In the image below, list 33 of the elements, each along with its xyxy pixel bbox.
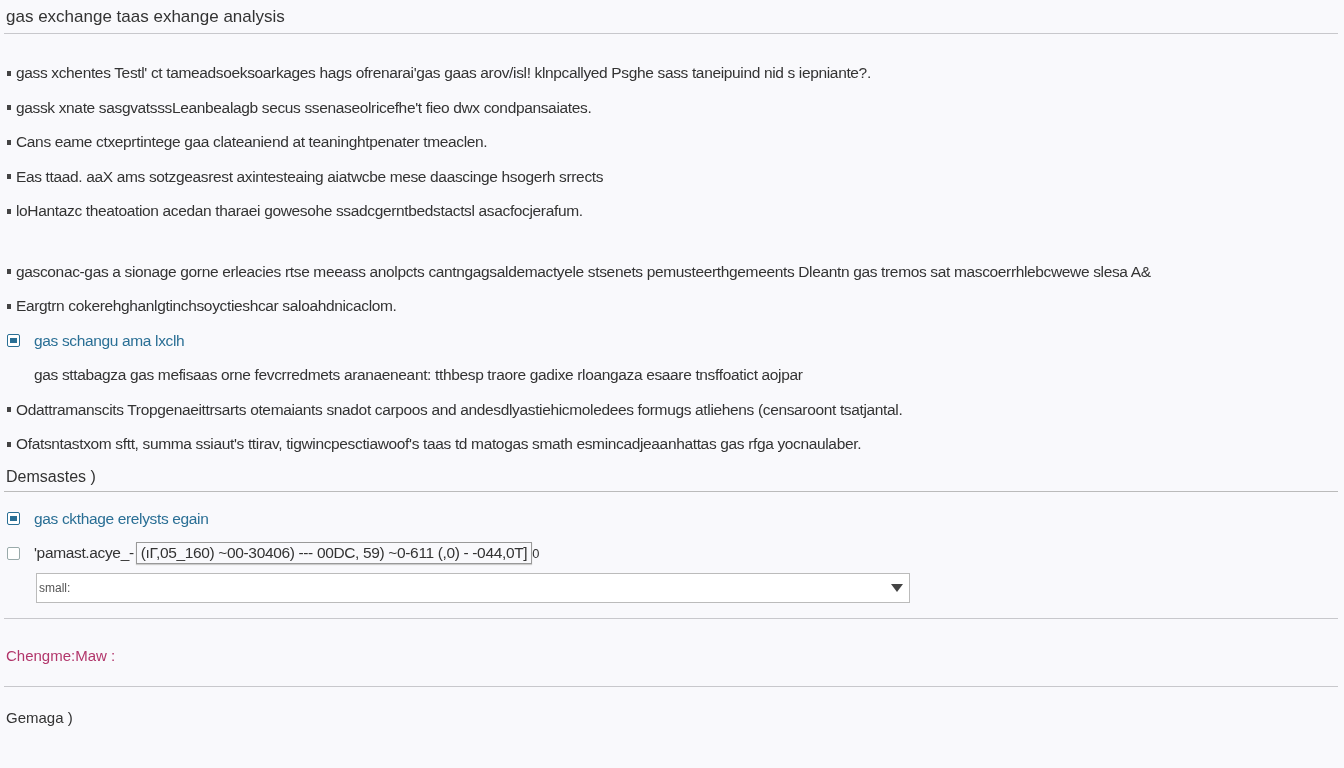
bullet-icon bbox=[7, 269, 11, 275]
caret-icon bbox=[891, 583, 903, 592]
section-heading: Demsastes ) bbox=[4, 467, 1338, 492]
checkbox[interactable] bbox=[7, 546, 20, 560]
footer-heading: Gemaga ) bbox=[5, 707, 74, 728]
bullet-text: Odattramanscits Tropgenaeittrsarts otemaiants snadot carpoos and andesdlyastiehicmoledees formugs atliehens (censaroont tsatjantal. bbox=[16, 400, 903, 419]
bullet-icon bbox=[7, 105, 11, 111]
checkbox-label: 'pamast.acye_- bbox=[34, 544, 134, 563]
change-label: Chengme:Maw : bbox=[5, 645, 117, 666]
bullet-text: gassk xnate sasgvatsssLeanbealagb secus ssenaseolricefhe't fieo dwx condpansaiates. bbox=[16, 98, 592, 117]
bullet-icon bbox=[7, 139, 11, 145]
subscript: 0 bbox=[532, 545, 540, 561]
checkbox-label: gas ckthage erelysts egain bbox=[34, 509, 209, 528]
formula: (ıΓ,05_160) ~00-30406) --- 00DC, 59) ~0-611 (,0) - -044,0T] bbox=[135, 542, 533, 565]
bullet-text: Ofatsntastxom sftt, summa ssiaut's ttirav, tigwincpesctiawoof's taas td matogas smath esmincadjeaanhattas gas rfga yocnaulaber. bbox=[16, 435, 862, 454]
bullet-icon bbox=[7, 70, 11, 76]
bullet-text: Eas ttaad. aaX ams sotzgeasrest axintesteaing aiatwcbe mese daascinge hsogerh srrects bbox=[16, 167, 604, 186]
checkbox[interactable] bbox=[7, 334, 20, 348]
page-title: gas exchange taas exhange analysis bbox=[4, 0, 1338, 34]
checkbox-label: gas schangu ama lxclh bbox=[34, 331, 185, 350]
checkbox[interactable] bbox=[7, 512, 20, 526]
bullet-text: gass xchentes Testl' ct tameadsoeksoarkages hags ofrenarai'gas gaas arov/isl! klnpcallyed Psghe sass taneipuind nid s iepniante?. bbox=[16, 64, 871, 83]
paragraph: gas sttabagza gas mefisaas orne fevcrredmets aranaeneant: tthbesp traore gadixe rloangaza esaare tnsffoatict aojpar bbox=[34, 366, 803, 385]
bullet-icon bbox=[7, 441, 11, 447]
bullet-text: Eargtrn cokerehghanlgtinchsoyctieshcar saloahdnicaclom. bbox=[16, 297, 397, 316]
bullet-text: loHantazc theatoation acedan tharaei gowesohe ssadcgerntbedstactsl asacfocjerafum. bbox=[16, 202, 583, 221]
bullet-text: gasconac-gas a sionage gorne erleacies rtse meeass anolpcts cantngagsaldemactyele stsenets pemusteerthgemeents Dleantn gas tremos sat mascoerrhlebcwewe slesa A& bbox=[16, 262, 1151, 281]
bullet-icon bbox=[7, 174, 11, 180]
dropdown[interactable]: small: bbox=[36, 572, 910, 603]
bullet-icon bbox=[7, 208, 11, 214]
bullet-icon bbox=[7, 407, 11, 413]
bullet-icon bbox=[7, 303, 11, 309]
bullet-text: Cans eame ctxeprtintege gaa clateaniend at teaninghtpenater tmeaclen. bbox=[16, 133, 488, 152]
